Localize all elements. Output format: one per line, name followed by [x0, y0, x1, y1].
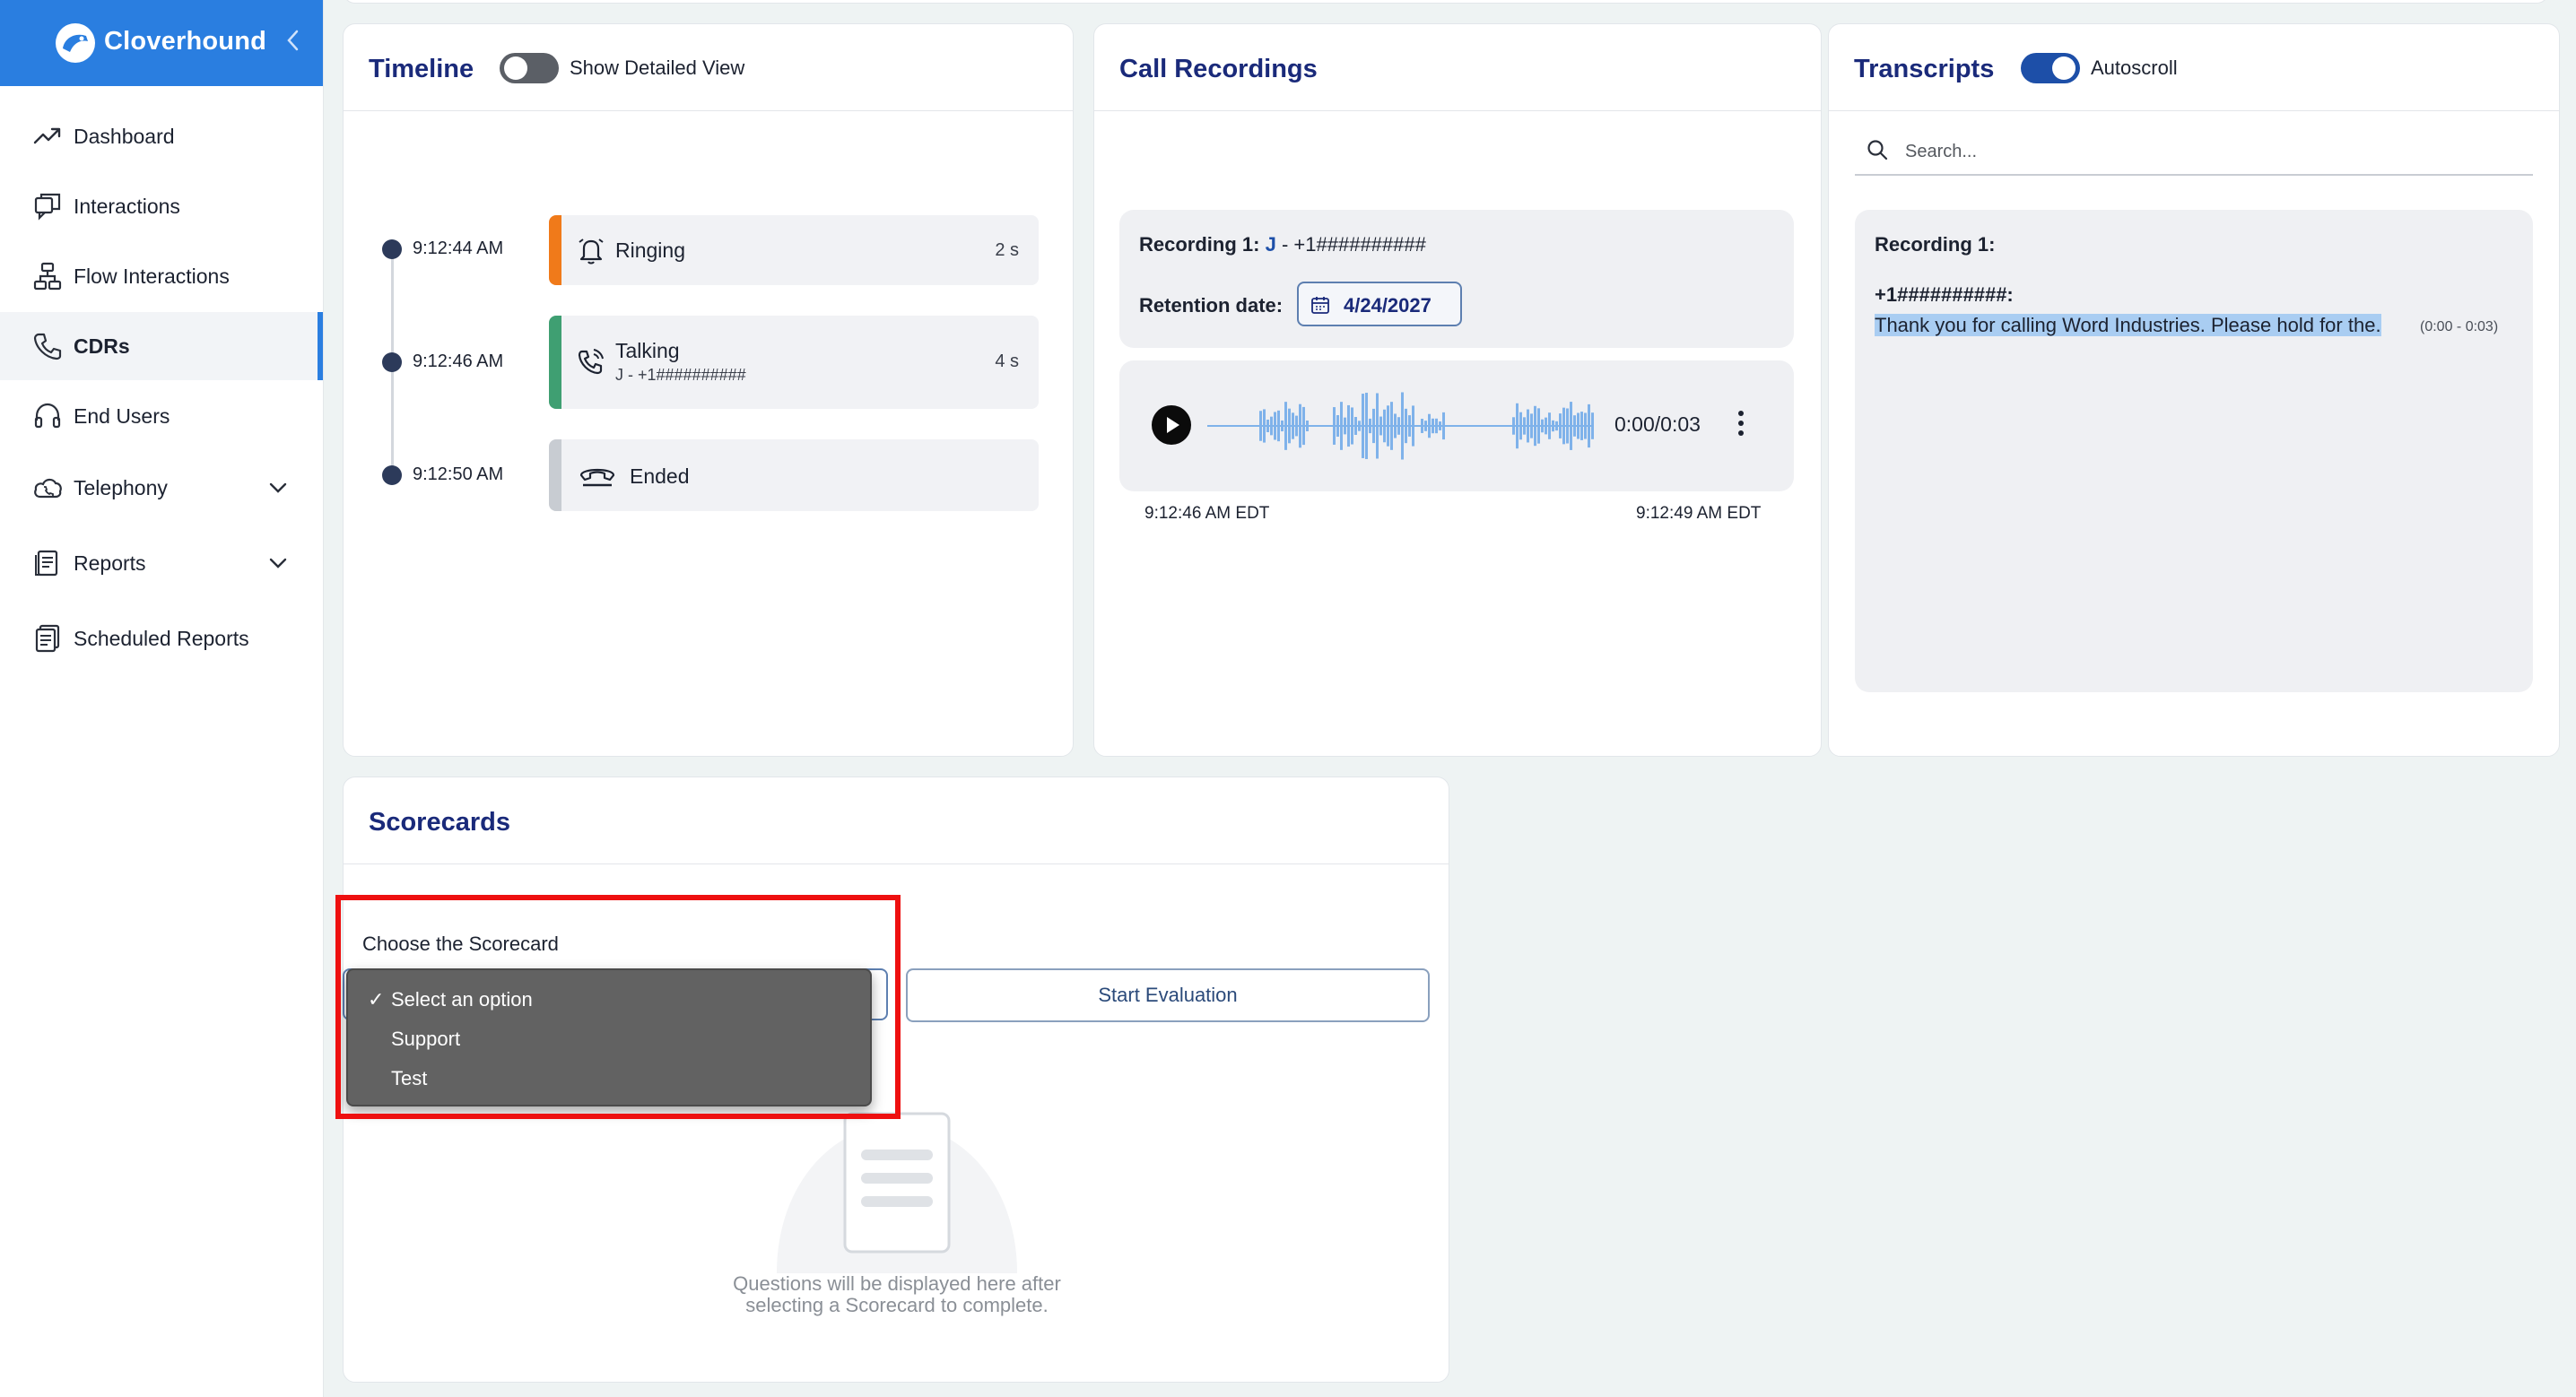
retention-date-picker[interactable]: 4/24/2027 — [1297, 282, 1462, 326]
sidebar-item-label: Telephony — [74, 475, 168, 499]
sidebar-item-telephony[interactable]: Telephony — [0, 454, 323, 522]
phone-call-icon — [578, 349, 604, 375]
sidebar-item-label: Scheduled Reports — [74, 626, 249, 650]
recording-agent-link[interactable]: J — [1266, 233, 1276, 256]
calendar-icon — [1311, 297, 1329, 314]
transcript-time-range: (0:00 - 0:03) — [2420, 319, 2499, 334]
autoscroll-toggle[interactable] — [2021, 53, 2080, 83]
toggle-knob — [2052, 56, 2076, 80]
transcript-text[interactable]: Thank you for calling Word Industries. P… — [1875, 310, 2413, 341]
empty-clipboard-icon — [777, 1112, 1017, 1273]
hangup-icon — [579, 468, 615, 487]
transcripts-title: Transcripts — [1854, 55, 1995, 83]
event-sub-label: J - +1########## — [615, 366, 746, 384]
chat-icon — [34, 193, 61, 221]
card-divider — [1829, 110, 2559, 111]
sidebar-item-label: Reports — [74, 551, 146, 575]
search-icon — [1867, 140, 1888, 161]
timeline-event-ended: Ended — [549, 439, 1039, 511]
chevron-down-icon[interactable] — [265, 551, 291, 576]
transcript-highlighted-text: Thank you for calling Word Industries. P… — [1875, 314, 2381, 336]
recording-header: Recording 1: J - +1########## — [1139, 233, 1426, 256]
event-label: Ringing — [615, 239, 685, 262]
recording-number: +1########## — [1293, 233, 1426, 256]
flow-icon — [33, 262, 62, 291]
show-detailed-view-toggle[interactable] — [500, 53, 559, 83]
sidebar-item-label: Flow Interactions — [74, 264, 230, 288]
sidebar-item-label: Interactions — [74, 194, 180, 218]
report-icon — [35, 550, 58, 577]
sidebar-item-scheduled-reports[interactable]: Scheduled Reports — [0, 604, 323, 672]
brand-name: Cloverhound — [104, 27, 267, 56]
start-evaluation-button[interactable]: Start Evaluation — [906, 968, 1430, 1022]
event-duration: 2 s — [995, 240, 1019, 260]
recording-start-time: 9:12:46 AM EDT — [1144, 504, 1270, 523]
transcript-box: Recording 1: +1##########: Thank you for… — [1855, 210, 2533, 692]
cloverhound-logo-icon — [56, 23, 95, 63]
empty-message-line: selecting a Scorecard to complete. — [745, 1294, 1049, 1316]
timeline-title: Timeline — [369, 55, 474, 83]
bell-icon — [579, 239, 604, 265]
sidebar-item-label: Dashboard — [74, 124, 175, 148]
timeline-dot — [382, 352, 402, 372]
toggle-knob — [504, 56, 527, 80]
sidebar: Cloverhound Dashboard Interactions Flow … — [0, 0, 324, 1397]
event-color-bar — [549, 439, 561, 511]
transcript-recording-label: Recording 1: — [1875, 233, 1996, 256]
cloud-phone-icon — [34, 478, 62, 499]
event-color-bar — [549, 215, 561, 285]
sidebar-item-label: End Users — [74, 403, 170, 428]
sidebar-item-interactions[interactable]: Interactions — [0, 172, 323, 240]
recording-end-time: 9:12:49 AM EDT — [1636, 504, 1762, 523]
brand-header: Cloverhound — [0, 0, 323, 86]
more-options-icon[interactable] — [1735, 405, 1747, 441]
phone-icon — [33, 333, 62, 360]
sidebar-item-label: CDRs — [74, 334, 130, 358]
autoscroll-label: Autoscroll — [2091, 56, 2178, 79]
event-duration: 4 s — [995, 351, 1019, 371]
sidebar-item-cdrs[interactable]: CDRs — [0, 312, 323, 380]
sidebar-item-end-users[interactable]: End Users — [0, 382, 323, 450]
player-time: 0:00/0:03 — [1614, 412, 1701, 436]
play-icon[interactable] — [1152, 405, 1191, 445]
transcript-search-input[interactable] — [1903, 134, 2517, 169]
timeline-time: 9:12:50 AM — [413, 464, 504, 484]
trending-up-icon — [33, 127, 61, 144]
show-detailed-view-label: Show Detailed View — [570, 56, 745, 79]
recording-separator: - — [1281, 233, 1289, 256]
timeline-dot — [382, 239, 402, 259]
timeline-dot — [382, 465, 402, 485]
retention-date-value: 4/24/2027 — [1344, 294, 1432, 317]
sidebar-item-dashboard[interactable]: Dashboard — [0, 102, 323, 170]
scheduled-report-icon — [35, 624, 60, 653]
empty-scorecard-message: Questions will be displayed here after s… — [682, 1273, 1112, 1316]
timeline-time: 9:12:44 AM — [413, 239, 504, 258]
event-label: Talking — [615, 339, 680, 362]
card-divider — [1094, 110, 1821, 111]
retention-date-label: Retention date: — [1139, 294, 1284, 317]
recording-label: Recording 1: — [1139, 233, 1260, 256]
chevron-down-icon[interactable] — [265, 475, 291, 500]
card-divider — [344, 863, 1449, 864]
transcript-speaker: +1##########: — [1875, 283, 2014, 306]
highlight-annotation-box — [335, 895, 901, 1119]
timeline-time: 9:12:46 AM — [413, 351, 504, 371]
headset-icon — [34, 403, 61, 429]
collapse-sidebar-icon[interactable] — [283, 27, 301, 54]
call-recordings-title: Call Recordings — [1119, 55, 1318, 83]
top-card-edge — [343, 0, 2549, 4]
event-color-bar — [549, 316, 561, 409]
scorecards-title: Scorecards — [369, 808, 510, 837]
sidebar-item-reports[interactable]: Reports — [0, 529, 323, 597]
transcript-search — [1855, 129, 2533, 176]
timeline-event-talking: Talking J - +1########## 4 s — [549, 316, 1039, 409]
audio-waveform[interactable] — [1207, 389, 1826, 463]
card-divider — [344, 110, 1073, 111]
recording-info-box: Recording 1: J - +1########## Retention … — [1119, 210, 1794, 348]
empty-message-line: Questions will be displayed here after — [733, 1272, 1061, 1295]
timeline-event-ringing: Ringing 2 s — [549, 215, 1039, 285]
sidebar-item-flow-interactions[interactable]: Flow Interactions — [0, 242, 323, 310]
event-label: Ended — [630, 464, 690, 488]
audio-player: 0:00/0:03 — [1119, 360, 1794, 491]
